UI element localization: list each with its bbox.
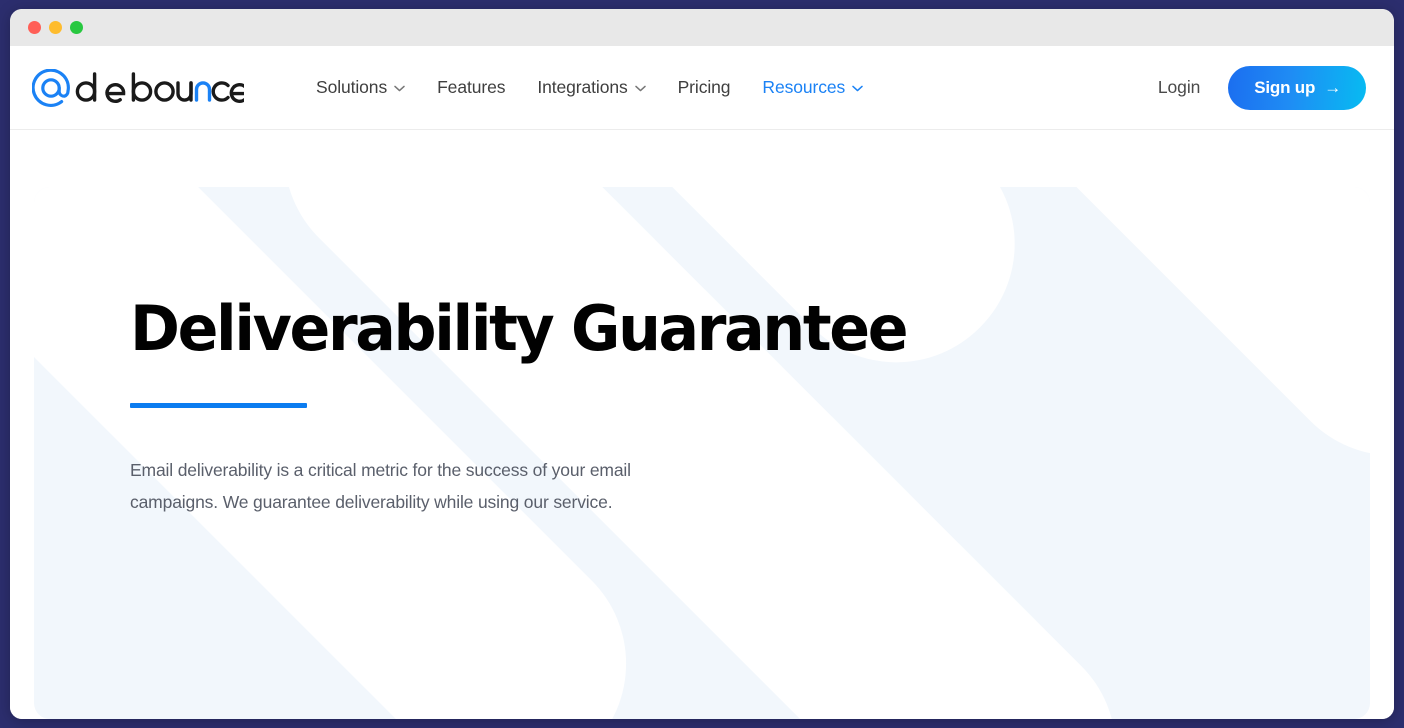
nav-item-resources[interactable]: Resources [746, 69, 879, 106]
chevron-down-icon [852, 85, 863, 92]
main-navigation: Solutions Features Integrations Pricing … [300, 69, 1158, 106]
nav-label-integrations: Integrations [537, 77, 628, 97]
signup-button[interactable]: Sign up → [1228, 65, 1366, 110]
site-header: Solutions Features Integrations Pricing … [10, 46, 1394, 130]
login-link[interactable]: Login [1158, 77, 1200, 98]
title-underline-rule [130, 403, 307, 409]
nav-item-solutions[interactable]: Solutions [300, 69, 421, 106]
maximize-window-button[interactable] [70, 21, 83, 34]
header-actions: Login Sign up → [1158, 65, 1366, 110]
chevron-down-icon [634, 85, 646, 92]
nav-label-pricing: Pricing [677, 77, 731, 97]
nav-label-resources: Resources [762, 77, 846, 97]
signup-button-label: Sign up [1254, 77, 1316, 97]
desktop-background: Solutions Features Integrations Pricing … [0, 0, 1404, 728]
nav-item-integrations[interactable]: Integrations [521, 69, 661, 106]
nav-item-pricing[interactable]: Pricing [662, 69, 747, 106]
browser-titlebar [10, 9, 1394, 46]
nav-label-features: Features [437, 77, 506, 97]
arrow-right-icon: → [1324, 77, 1341, 97]
chevron-down-icon [394, 85, 405, 92]
page-viewport: Solutions Features Integrations Pricing … [10, 46, 1394, 719]
debounce-logo[interactable] [32, 68, 244, 107]
at-sign-icon [32, 68, 244, 107]
nav-label-solutions: Solutions [316, 77, 388, 97]
minimize-window-button[interactable] [49, 21, 62, 34]
hero-content: Deliverability Guarantee Email deliverab… [34, 187, 1370, 518]
hero-section: Deliverability Guarantee Email deliverab… [34, 187, 1370, 719]
close-window-button[interactable] [28, 21, 41, 34]
page-title: Deliverability Guarantee [130, 292, 909, 365]
hero-description: Email deliverability is a critical metri… [130, 460, 631, 513]
nav-item-features[interactable]: Features [421, 69, 521, 106]
browser-window: Solutions Features Integrations Pricing … [10, 9, 1394, 719]
hero-section-wrapper: Deliverability Guarantee Email deliverab… [10, 130, 1394, 719]
